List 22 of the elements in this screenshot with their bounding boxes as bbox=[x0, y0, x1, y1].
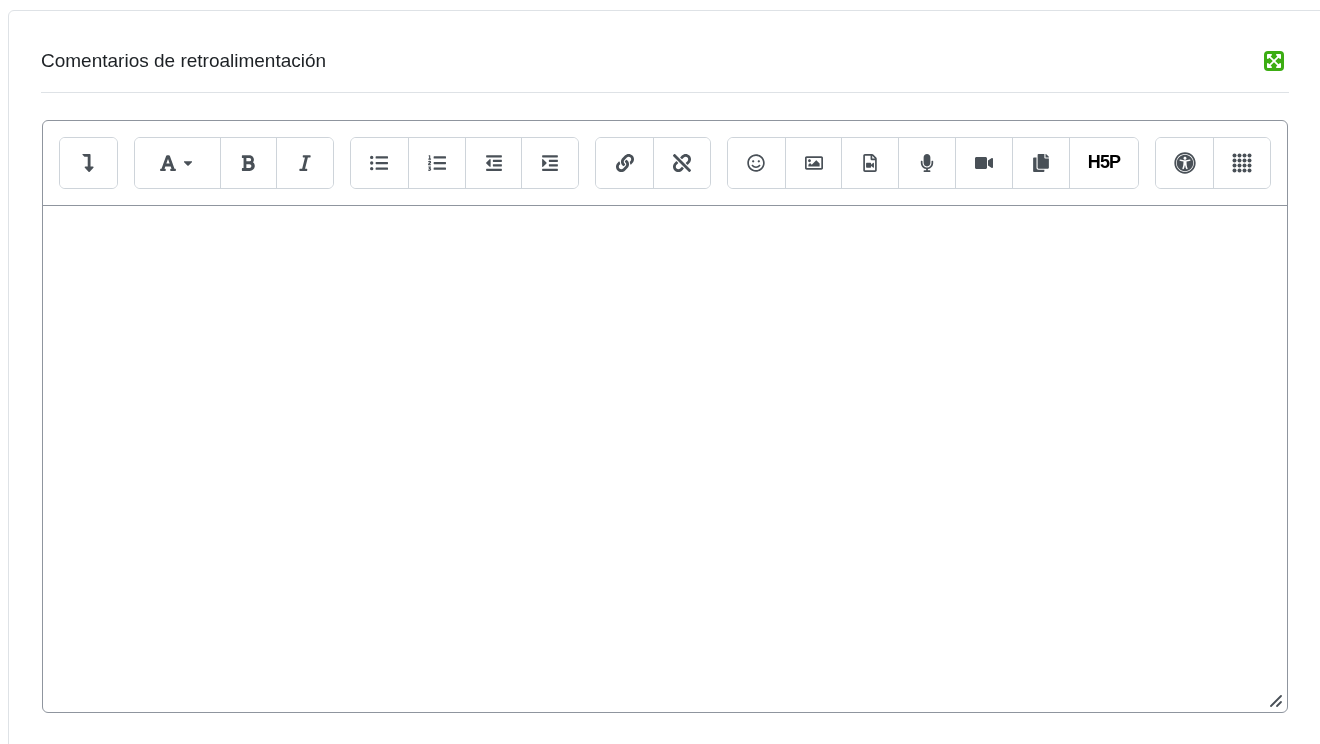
dots-grid-icon bbox=[1232, 152, 1253, 173]
smiley-icon bbox=[747, 153, 766, 172]
expand-icon[interactable] bbox=[1264, 51, 1284, 72]
numbered-list-icon bbox=[427, 153, 446, 172]
unlink-icon bbox=[672, 153, 691, 172]
copy-icon bbox=[1031, 153, 1050, 172]
link-icon bbox=[615, 153, 634, 172]
accessibility-icon bbox=[1173, 151, 1196, 174]
grid-button[interactable] bbox=[1213, 137, 1270, 188]
resize-handle-icon[interactable] bbox=[1269, 693, 1283, 708]
collapse-button[interactable] bbox=[60, 137, 117, 188]
font-icon bbox=[159, 153, 178, 172]
indent-icon bbox=[541, 153, 560, 172]
video-file-icon bbox=[861, 153, 880, 172]
image-icon bbox=[804, 153, 823, 172]
unlink-button[interactable] bbox=[653, 137, 710, 188]
indent-button[interactable] bbox=[521, 137, 579, 188]
section-title: Comentarios de retroalimentación bbox=[41, 49, 327, 73]
h5p-button[interactable]: H5P bbox=[1068, 137, 1139, 188]
bold-icon bbox=[239, 153, 258, 172]
bullet-list-icon bbox=[370, 153, 389, 172]
outdent-icon bbox=[484, 153, 503, 172]
